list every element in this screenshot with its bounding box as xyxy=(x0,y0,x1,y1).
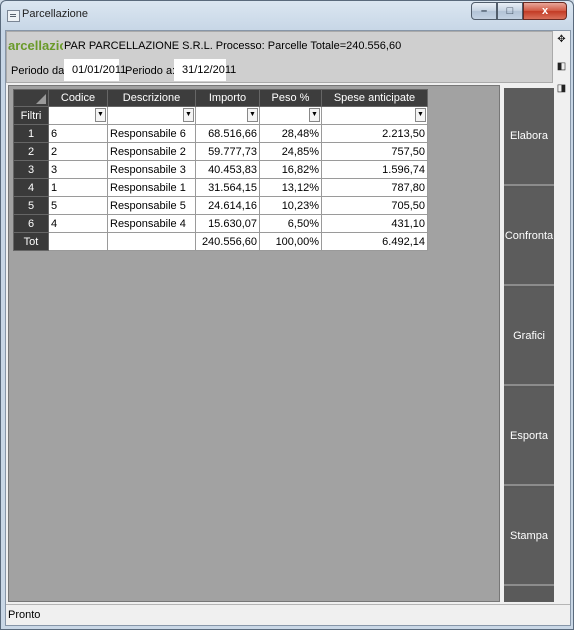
data-grid: Codice Descrizione Importo Peso % Spese … xyxy=(13,89,428,251)
cell-codice[interactable]: 4 xyxy=(48,214,108,233)
cell-peso[interactable]: 24,85% xyxy=(259,142,322,161)
filter-descrizione[interactable]: ▼ xyxy=(107,106,196,125)
panel-right-icon[interactable]: ◨ xyxy=(556,83,567,94)
pin-icon[interactable]: ✥ xyxy=(556,34,567,45)
cell-importo[interactable]: 40.453,83 xyxy=(195,160,260,179)
filter-row-label: Filtri xyxy=(13,106,49,125)
column-header-peso[interactable]: Peso % xyxy=(259,89,322,107)
dropdown-arrow-icon[interactable]: ▼ xyxy=(95,108,106,122)
table-row[interactable]: 1 6 Responsabile 6 68.516,66 28,48% 2.21… xyxy=(13,124,428,143)
total-peso: 100,00% xyxy=(259,232,322,251)
side-toolbar: ✥ ◧ ◨ xyxy=(553,31,570,111)
period-to-field[interactable]: 31/12/2011 xyxy=(174,59,236,81)
status-bar: Pronto xyxy=(6,604,570,625)
client-area: arcellazion PAR PARCELLAZIONE S.R.L. Pro… xyxy=(5,30,571,626)
stampa-button[interactable]: Stampa xyxy=(504,488,554,586)
period-from-label: Periodo da: xyxy=(11,65,68,77)
total-codice xyxy=(48,232,108,251)
cell-codice[interactable]: 3 xyxy=(48,160,108,179)
action-button-panel: Elabora Confronta Grafici Esporta Stampa xyxy=(504,88,554,602)
cell-importo[interactable]: 68.516,66 xyxy=(195,124,260,143)
column-header-descrizione[interactable]: Descrizione xyxy=(107,89,196,107)
cell-codice[interactable]: 1 xyxy=(48,178,108,197)
confronta-button[interactable]: Confronta xyxy=(504,188,554,286)
dropdown-arrow-icon[interactable]: ▼ xyxy=(309,108,320,122)
total-importo: 240.556,60 xyxy=(195,232,260,251)
total-label: Tot xyxy=(13,232,49,251)
cell-descrizione[interactable]: Responsabile 3 xyxy=(107,160,196,179)
total-row: Tot 240.556,60 100,00% 6.492,14 xyxy=(13,232,428,251)
maximize-button[interactable]: □ xyxy=(497,2,523,20)
cell-importo[interactable]: 24.614,16 xyxy=(195,196,260,215)
dropdown-arrow-icon[interactable]: ▼ xyxy=(247,108,258,122)
close-button[interactable]: x xyxy=(523,2,567,20)
filter-importo[interactable]: ▼ xyxy=(195,106,260,125)
table-row[interactable]: 2 2 Responsabile 2 59.777,73 24,85% 757,… xyxy=(13,142,428,161)
grafici-button[interactable]: Grafici xyxy=(504,288,554,386)
select-all-corner[interactable] xyxy=(13,89,49,107)
cell-descrizione[interactable]: Responsabile 6 xyxy=(107,124,196,143)
cell-spese[interactable]: 787,80 xyxy=(321,178,428,197)
column-header-codice[interactable]: Codice xyxy=(48,89,108,107)
cell-spese[interactable]: 705,50 xyxy=(321,196,428,215)
cell-spese[interactable]: 1.596,74 xyxy=(321,160,428,179)
row-number[interactable]: 2 xyxy=(13,142,49,161)
table-row[interactable]: 5 5 Responsabile 5 24.614,16 10,23% 705,… xyxy=(13,196,428,215)
cell-peso[interactable]: 6,50% xyxy=(259,214,322,233)
total-spese: 6.492,14 xyxy=(321,232,428,251)
filter-row: Filtri ▼ ▼ ▼ ▼ ▼ xyxy=(13,106,428,125)
dropdown-arrow-icon[interactable]: ▼ xyxy=(183,108,194,122)
cell-descrizione[interactable]: Responsabile 4 xyxy=(107,214,196,233)
row-number[interactable]: 4 xyxy=(13,178,49,197)
window-controls: – □ x xyxy=(471,2,567,20)
dropdown-arrow-icon[interactable]: ▼ xyxy=(415,108,426,122)
filter-peso[interactable]: ▼ xyxy=(259,106,322,125)
filter-codice[interactable]: ▼ xyxy=(48,106,108,125)
app-icon xyxy=(7,10,20,22)
table-row[interactable]: 3 3 Responsabile 3 40.453,83 16,82% 1.59… xyxy=(13,160,428,179)
column-header-spese[interactable]: Spese anticipate xyxy=(321,89,428,107)
cell-codice[interactable]: 2 xyxy=(48,142,108,161)
cell-descrizione[interactable]: Responsabile 2 xyxy=(107,142,196,161)
column-header-importo[interactable]: Importo xyxy=(195,89,260,107)
cell-spese[interactable]: 757,50 xyxy=(321,142,428,161)
total-descrizione xyxy=(107,232,196,251)
cell-peso[interactable]: 28,48% xyxy=(259,124,322,143)
filter-spese[interactable]: ▼ xyxy=(321,106,428,125)
title-bar[interactable]: Parcellazione – □ x xyxy=(1,1,573,29)
cell-spese[interactable]: 431,10 xyxy=(321,214,428,233)
cell-descrizione[interactable]: Responsabile 5 xyxy=(107,196,196,215)
cell-peso[interactable]: 16,82% xyxy=(259,160,322,179)
header-panel: arcellazion PAR PARCELLAZIONE S.R.L. Pro… xyxy=(6,31,553,83)
data-grid-area: Codice Descrizione Importo Peso % Spese … xyxy=(8,85,500,602)
row-number[interactable]: 5 xyxy=(13,196,49,215)
cell-peso[interactable]: 10,23% xyxy=(259,196,322,215)
row-number[interactable]: 1 xyxy=(13,124,49,143)
row-number[interactable]: 3 xyxy=(13,160,49,179)
cell-importo[interactable]: 31.564,15 xyxy=(195,178,260,197)
table-row[interactable]: 6 4 Responsabile 4 15.630,07 6,50% 431,1… xyxy=(13,214,428,233)
period-to-label: Periodo a: xyxy=(125,65,176,77)
app-window: Parcellazione – □ x arcellazion PAR PARC… xyxy=(0,0,574,630)
table-row[interactable]: 4 1 Responsabile 1 31.564,15 13,12% 787,… xyxy=(13,178,428,197)
header-row: Codice Descrizione Importo Peso % Spese … xyxy=(13,89,428,107)
window-title: Parcellazione xyxy=(22,8,89,20)
cell-importo[interactable]: 15.630,07 xyxy=(195,214,260,233)
cell-spese[interactable]: 2.213,50 xyxy=(321,124,428,143)
cell-peso[interactable]: 13,12% xyxy=(259,178,322,197)
process-info: PAR PARCELLAZIONE S.R.L. Processo: Parce… xyxy=(64,40,402,52)
elabora-button[interactable]: Elabora xyxy=(504,88,554,186)
cell-codice[interactable]: 6 xyxy=(48,124,108,143)
esporta-button[interactable]: Esporta xyxy=(504,388,554,486)
cell-codice[interactable]: 5 xyxy=(48,196,108,215)
row-number[interactable]: 6 xyxy=(13,214,49,233)
status-text: Pronto xyxy=(8,609,41,621)
cell-descrizione[interactable]: Responsabile 1 xyxy=(107,178,196,197)
panel-left-icon[interactable]: ◧ xyxy=(556,61,567,72)
period-from-field[interactable]: 01/01/2011 xyxy=(64,59,126,81)
cell-importo[interactable]: 59.777,73 xyxy=(195,142,260,161)
minimize-button[interactable]: – xyxy=(471,2,497,20)
app-logo: arcellazion xyxy=(8,38,63,53)
